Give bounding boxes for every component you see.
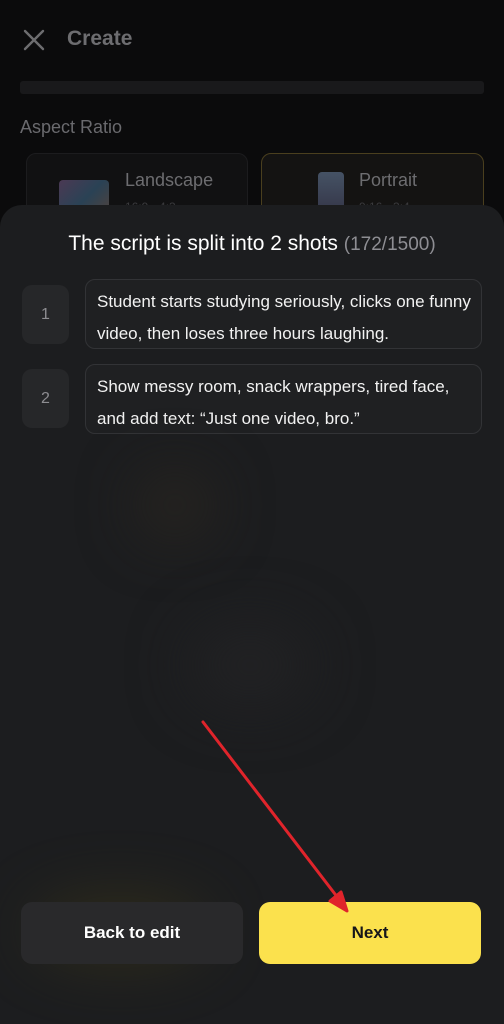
character-count: (172/1500) <box>343 234 436 255</box>
sheet-title-text: The script is split into 2 shots <box>68 232 338 255</box>
aspect-option-name: Portrait <box>359 170 418 190</box>
shot-text-field[interactable]: Student starts studying seriously, click… <box>85 279 482 349</box>
background-glow <box>190 625 310 705</box>
header: Create <box>0 0 504 80</box>
page-title: Create <box>67 27 133 50</box>
shots-sheet: The script is split into 2 shots (172/15… <box>0 205 504 1024</box>
sheet-title: The script is split into 2 shots (172/15… <box>0 232 504 256</box>
shot-number: 1 <box>22 285 69 344</box>
aspect-ratio-label: Aspect Ratio <box>20 117 123 137</box>
shot-text-field[interactable]: Show messy room, snack wrappers, tired f… <box>85 364 482 434</box>
next-button[interactable]: Next <box>259 902 481 964</box>
background-glow <box>140 475 210 535</box>
back-to-edit-button[interactable]: Back to edit <box>21 902 243 964</box>
shot-number: 2 <box>22 369 69 428</box>
close-icon[interactable] <box>22 28 46 52</box>
prompt-bar <box>20 81 484 94</box>
aspect-option-name: Landscape <box>125 170 214 190</box>
